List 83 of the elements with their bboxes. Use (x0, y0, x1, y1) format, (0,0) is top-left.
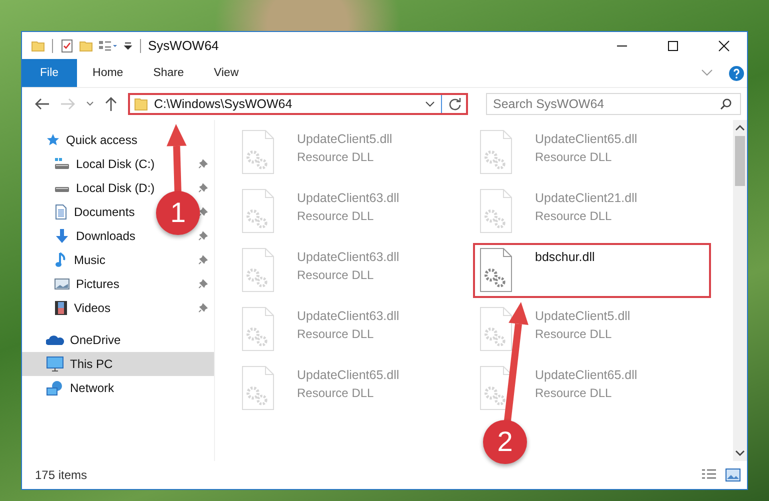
file-name: UpdateClient65.dll (297, 368, 400, 382)
window-title: SysWOW64 (148, 38, 219, 53)
drive-icon (54, 157, 70, 171)
gear-file-icon (241, 188, 275, 234)
cloud-icon (46, 334, 64, 346)
document-icon (54, 204, 68, 220)
folder-icon (134, 97, 148, 111)
file-item[interactable]: bdschur.dll (473, 243, 711, 298)
picture-icon (54, 277, 70, 291)
file-name: UpdateClient65.dll (535, 132, 638, 146)
refresh-icon[interactable] (448, 97, 462, 111)
gear-file-icon (479, 306, 513, 352)
view-options-icon[interactable] (98, 38, 118, 52)
scroll-up-icon[interactable] (735, 124, 745, 132)
file-name: UpdateClient63.dll (297, 191, 400, 205)
sidebar-item[interactable]: Documents (54, 200, 137, 224)
file-type: Resource DLL (535, 150, 613, 164)
sidebar-item[interactable]: Quick access (22, 128, 214, 152)
sidebar-item[interactable]: Music (54, 248, 108, 272)
pin-icon[interactable] (198, 255, 208, 265)
expand-ribbon-icon[interactable] (701, 69, 713, 77)
music-note-icon (54, 252, 68, 268)
file-name: UpdateClient21.dll (535, 191, 638, 205)
star-icon (46, 133, 60, 147)
down-arrow-icon (54, 228, 70, 244)
file-name: bdschur.dll (535, 250, 595, 264)
pin-icon[interactable] (198, 279, 208, 289)
sidebar-item[interactable]: Network (22, 376, 214, 400)
properties-icon[interactable] (60, 38, 74, 52)
scroll-down-icon[interactable] (735, 449, 745, 457)
back-arrow-icon[interactable] (34, 97, 50, 111)
network-icon (46, 380, 64, 396)
file-type: Resource DLL (297, 386, 375, 400)
sidebar-item[interactable]: Local Disk (D:) (54, 176, 157, 200)
help-icon[interactable] (729, 66, 744, 80)
film-strip-icon (54, 300, 68, 316)
file-name: UpdateClient63.dll (297, 309, 400, 323)
gear-file-icon (479, 188, 513, 234)
gear-file-icon (241, 365, 275, 411)
file-name: UpdateClient5.dll (535, 309, 630, 323)
dropdown-caret-icon[interactable] (425, 101, 435, 107)
gear-file-icon (241, 306, 275, 352)
search-field[interactable]: Search SysWOW64 (486, 93, 741, 115)
pin-icon[interactable] (198, 183, 208, 193)
pin-icon[interactable] (198, 303, 208, 313)
recent-caret-icon[interactable] (86, 101, 94, 107)
scrollbar[interactable] (733, 120, 747, 461)
file-name: UpdateClient65.dll (535, 368, 638, 382)
ribbon-tab[interactable]: File (22, 59, 77, 87)
search-icon (720, 98, 732, 110)
sidebar-item[interactable]: Videos (54, 296, 112, 320)
drive-icon (54, 187, 70, 193)
file-name: UpdateClient63.dll (297, 250, 400, 264)
ribbon-tab[interactable]: Share (139, 59, 198, 87)
gear-file-icon (241, 247, 275, 293)
ribbon-tab[interactable]: Home (78, 59, 138, 87)
gear-file-icon (241, 129, 275, 175)
file-type: Resource DLL (297, 209, 375, 223)
file-type: Resource DLL (297, 327, 375, 341)
folder-icon (31, 38, 45, 52)
file-type: Resource DLL (297, 150, 375, 164)
item-count: 175 items (35, 468, 88, 482)
ribbon-tab[interactable]: View (200, 59, 253, 87)
file-name: UpdateClient5.dll (297, 132, 392, 146)
monitor-icon (46, 356, 64, 372)
scrollbar-thumb[interactable] (735, 136, 745, 186)
file-type: Resource DLL (535, 386, 613, 400)
gear-file-icon (479, 247, 513, 293)
sidebar-item[interactable]: Local Disk (C:) (54, 152, 157, 176)
pin-icon[interactable] (198, 231, 208, 241)
gear-file-icon (479, 129, 513, 175)
sidebar-item[interactable]: This PC (22, 352, 214, 376)
file-type: Resource DLL (535, 209, 613, 223)
file-type: Resource DLL (297, 268, 375, 282)
pin-icon[interactable] (198, 159, 208, 169)
up-arrow-icon[interactable] (104, 96, 118, 112)
large-icons-view-icon[interactable] (725, 468, 741, 482)
address-field[interactable]: C:\Windows\SysWOW64 (128, 93, 468, 115)
sidebar-item[interactable]: Pictures (54, 272, 122, 296)
sidebar-item[interactable]: Downloads (54, 224, 138, 248)
pin-icon[interactable] (198, 207, 208, 217)
sidebar-item[interactable]: OneDrive (22, 328, 214, 352)
file-type: Resource DLL (535, 327, 613, 341)
